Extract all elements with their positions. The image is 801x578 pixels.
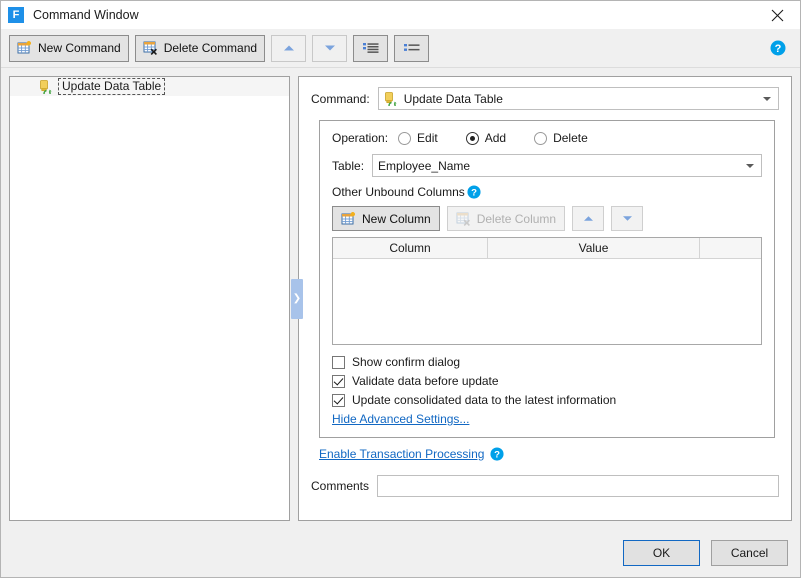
tree-item-update-data-table[interactable]: Update Data Table: [10, 77, 289, 96]
arrow-down-icon: [622, 216, 632, 221]
grid-header-column[interactable]: Column: [333, 238, 488, 258]
radio-operation-add[interactable]: Add: [465, 131, 507, 145]
panel-splitter[interactable]: ❯: [290, 76, 303, 521]
checkbox-indicator: [332, 374, 345, 388]
title-bar: F Command Window: [1, 1, 800, 29]
checkbox-indicator: [332, 393, 345, 407]
delete-command-button[interactable]: Delete Command: [134, 34, 266, 62]
table-select[interactable]: Employee_Name: [372, 154, 762, 177]
cancel-button[interactable]: Cancel: [711, 540, 788, 566]
command-select-value: Update Data Table: [403, 91, 503, 106]
checkbox-update-consolidated-label: Update consolidated data to the latest i…: [352, 393, 617, 407]
chevron-down-icon: [746, 163, 754, 168]
command-tree-panel[interactable]: Update Data Table: [9, 76, 290, 521]
new-table-icon: [341, 211, 355, 224]
expand-all-button[interactable]: [353, 34, 389, 62]
update-data-table-icon: [40, 80, 52, 94]
command-detail-panel: Command: Update Data Table Operation: Ed…: [298, 76, 792, 521]
app-logo-icon: F: [8, 7, 24, 23]
delete-column-label: Delete Column: [476, 211, 557, 226]
help-icon: ?: [770, 40, 786, 56]
unbound-columns-label: Other Unbound Columns: [332, 185, 465, 199]
radio-add-label: Add: [484, 131, 507, 145]
close-button[interactable]: [755, 1, 800, 29]
move-up-button[interactable]: [271, 34, 307, 62]
column-move-down-button[interactable]: [611, 206, 644, 231]
enable-transaction-processing-link[interactable]: Enable Transaction Processing: [319, 447, 484, 461]
comments-label: Comments: [311, 479, 370, 493]
new-table-icon: [17, 41, 31, 54]
grid-header-row: Column Value: [333, 238, 761, 259]
checkbox-show-confirm-dialog[interactable]: Show confirm dialog: [332, 355, 762, 369]
svg-text:?: ?: [471, 188, 477, 199]
radio-edit-indicator: [398, 131, 412, 145]
svg-text:?: ?: [495, 450, 501, 461]
comments-input[interactable]: [377, 475, 779, 497]
delete-column-button[interactable]: Delete Column: [446, 206, 566, 231]
new-column-label: New Column: [362, 211, 431, 226]
checkbox-update-consolidated[interactable]: Update consolidated data to the latest i…: [332, 393, 762, 407]
command-select[interactable]: Update Data Table: [377, 87, 779, 110]
table-select-value: Employee_Name: [378, 158, 471, 173]
checkbox-validate-data-label: Validate data before update: [352, 374, 499, 388]
column-move-up-button[interactable]: [572, 206, 605, 231]
svg-text:?: ?: [775, 43, 782, 55]
operation-label: Operation:: [332, 131, 389, 145]
radio-delete-indicator: [534, 131, 548, 145]
checkbox-validate-data[interactable]: Validate data before update: [332, 374, 762, 388]
command-window: F Command Window New Command Delete Comm…: [0, 0, 801, 578]
help-icon[interactable]: ?: [490, 447, 504, 461]
arrow-up-icon: [283, 45, 294, 51]
table-label: Table:: [332, 158, 365, 173]
update-data-table-icon: [384, 92, 397, 106]
move-down-button[interactable]: [312, 34, 348, 62]
comments-row: Comments: [311, 475, 779, 497]
close-icon: [771, 9, 784, 21]
delete-table-icon: [143, 41, 157, 55]
toolbar: New Command Delete Command ?: [1, 29, 800, 68]
command-row: Command: Update Data Table: [311, 87, 779, 110]
transaction-processing-row: Enable Transaction Processing ?: [319, 447, 779, 461]
arrow-up-icon: [583, 216, 593, 221]
ok-button[interactable]: OK: [623, 540, 700, 566]
hide-advanced-settings-link[interactable]: Hide Advanced Settings...: [332, 412, 469, 426]
radio-delete-label: Delete: [553, 131, 588, 145]
advanced-settings-row: Hide Advanced Settings...: [332, 412, 762, 426]
delete-command-label: Delete Command: [163, 41, 258, 55]
table-row: Table: Employee_Name: [332, 154, 762, 177]
grid-body[interactable]: [333, 259, 761, 343]
unbound-columns-row: Other Unbound Columns ?: [332, 185, 762, 199]
dialog-footer: OK Cancel: [1, 529, 800, 577]
radio-edit-label: Edit: [417, 131, 438, 145]
operation-groupbox: Operation: Edit Add Delete Table: Employ…: [319, 120, 775, 438]
collapse-all-button[interactable]: [394, 34, 430, 62]
radio-operation-delete[interactable]: Delete: [534, 131, 588, 145]
tree-item-label: Update Data Table: [58, 78, 166, 95]
delete-table-icon: [456, 212, 470, 226]
radio-operation-edit[interactable]: Edit: [398, 131, 438, 145]
column-buttons-row: New Column Delete Column: [332, 206, 762, 231]
operation-row: Operation: Edit Add Delete: [332, 131, 762, 145]
new-command-button[interactable]: New Command: [9, 34, 129, 62]
content-area: Update Data Table ❯ Command: Update Data…: [1, 68, 800, 529]
unbound-columns-grid[interactable]: Column Value: [332, 237, 762, 345]
splitter-collapse-handle[interactable]: ❯: [291, 278, 303, 319]
expand-all-icon: [362, 43, 379, 53]
help-icon[interactable]: ?: [467, 185, 481, 199]
checkbox-indicator: [332, 355, 345, 369]
window-title: Command Window: [33, 8, 139, 22]
new-column-button[interactable]: New Column: [332, 206, 440, 231]
grid-header-extra[interactable]: [700, 238, 761, 258]
command-label: Command:: [311, 91, 370, 106]
grid-header-value[interactable]: Value: [488, 238, 700, 258]
help-button[interactable]: ?: [770, 40, 786, 56]
radio-add-indicator: [465, 131, 479, 145]
chevron-down-icon: [763, 96, 771, 101]
new-command-label: New Command: [38, 41, 121, 55]
collapse-all-icon: [403, 44, 420, 51]
checkbox-show-confirm-dialog-label: Show confirm dialog: [352, 355, 461, 369]
arrow-down-icon: [324, 45, 335, 51]
